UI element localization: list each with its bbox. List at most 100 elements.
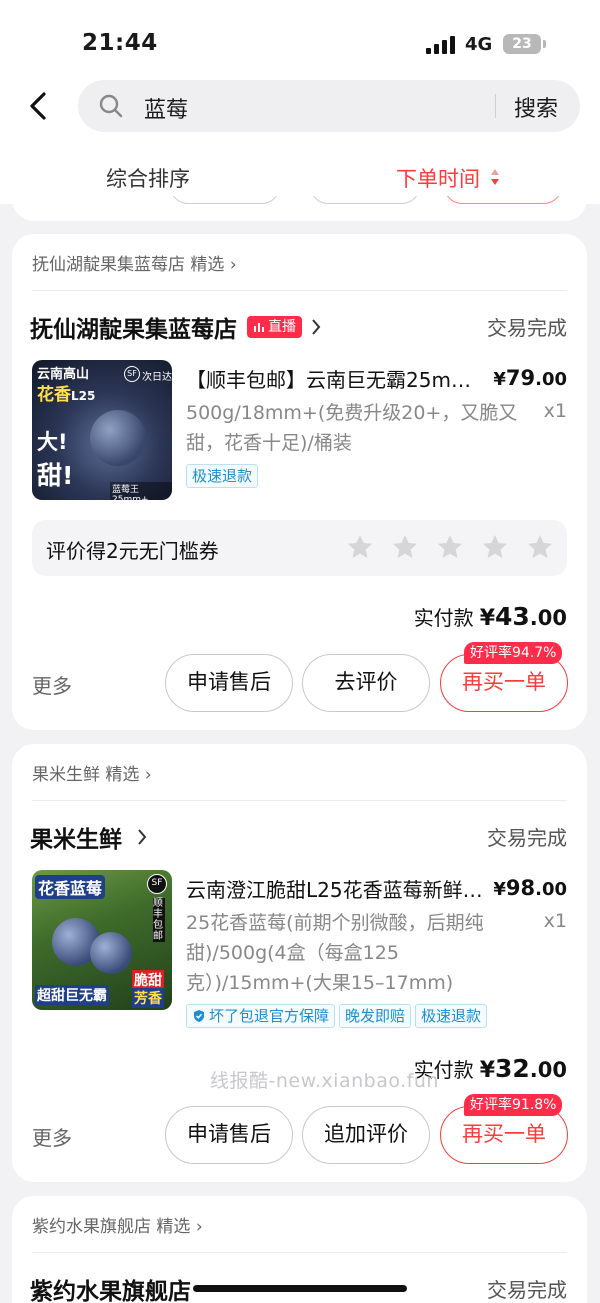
tag-late-compensation: 晚发即赔 — [339, 1004, 412, 1028]
divider — [32, 290, 567, 291]
review-prompt-text: 评价得2元无门槛券 — [46, 539, 219, 563]
tag-fast-refund: 极速退款 — [186, 464, 259, 488]
star-icon[interactable] — [391, 533, 419, 561]
product-title[interactable]: 云南澄江脆甜L25花香蓝莓新鲜水果 — [186, 874, 486, 903]
product-thumbnail[interactable]: 花香蓝莓 SF 顺丰包邮 超甜巨无霸 脆甜 芳香 — [32, 870, 172, 1010]
order-card-top-label[interactable]: 紫约水果旗舰店 精选 › — [32, 1212, 203, 1237]
search-button[interactable]: 搜索 — [514, 91, 558, 123]
chevron-right-icon: › — [229, 255, 237, 275]
product-spec: 500g/18mm+(免费升级20+，又脆又甜，花香十足)/桶装 — [186, 402, 518, 454]
order-card-top-label[interactable]: 抚仙湖靛果集蓝莓店 精选 › — [32, 250, 237, 275]
blueberry-image — [90, 932, 132, 974]
shop-row[interactable]: 果米生鲜 — [30, 820, 148, 854]
divider — [32, 800, 567, 801]
order-card-top-label[interactable]: 果米生鲜 精选 › — [32, 760, 152, 785]
product-title[interactable]: 【顺丰包邮】云南巨无霸25mm+蓝莓 — [186, 364, 486, 393]
shop-name: 紫约水果旗舰店 — [30, 1279, 191, 1303]
chevron-right-icon — [312, 319, 321, 335]
after-sale-button[interactable]: 申请售后 — [165, 654, 293, 712]
live-badge-label: 直播 — [268, 319, 296, 335]
thumb-text: 花香蓝莓 — [35, 875, 106, 899]
thumb-text: 超甜巨无霸 — [35, 985, 109, 1005]
shop-row[interactable]: 抚仙湖靛果集蓝莓店 直播 — [30, 310, 322, 344]
battery-icon: 23 — [503, 34, 546, 54]
thumb-text: 次日达 — [142, 372, 172, 383]
shop-name: 抚仙湖靛果集蓝莓店 — [30, 317, 237, 343]
search-divider — [495, 94, 496, 118]
watermark: 线报酷-new.xianbao.fun — [210, 1070, 439, 1092]
order-card: 抚仙湖靛果集蓝莓店 精选 › 抚仙湖靛果集蓝莓店 直播 交易完成 云南高山 花香… — [12, 234, 587, 730]
review-button[interactable]: 去评价 — [302, 654, 430, 712]
network-label: 4G — [465, 34, 493, 55]
status-time: 21:44 — [82, 30, 158, 56]
top-label-text: 紫约水果旗舰店 精选 — [32, 1217, 191, 1237]
positive-rate-badge: 好评率91.8% — [464, 1094, 563, 1116]
thumb-text: 甜! — [37, 461, 74, 490]
product-spec: 25花香蓝莓(前期个别微酸，后期纯甜)/500g(4盒（每盒125克）)/15m… — [186, 912, 484, 994]
sort-bar: 综合排序 下单时间 — [0, 144, 600, 204]
search-header: 蓝莓 搜索 — [0, 78, 600, 144]
tag-fast-refund: 极速退款 — [415, 1004, 488, 1028]
product-quantity: x1 — [543, 400, 567, 422]
sort-default-tab[interactable]: 综合排序 — [106, 163, 190, 193]
sf-logo: SF — [124, 366, 140, 382]
star-icon[interactable] — [436, 533, 464, 561]
star-icon[interactable] — [346, 533, 374, 561]
top-label-text: 果米生鲜 精选 — [32, 765, 140, 785]
positive-rate-badge: 好评率94.7% — [464, 642, 563, 664]
more-button[interactable]: 更多 — [32, 1122, 72, 1151]
order-card: 果米生鲜 精选 › 果米生鲜 交易完成 花香蓝莓 SF 顺丰包邮 超甜巨无霸 脆… — [12, 744, 587, 1182]
thumb-badge: 蓝莓王25mm+ — [110, 482, 172, 500]
review-prompt-box[interactable]: 评价得2元无门槛券 — [32, 520, 567, 576]
thumb-text: 芳香 — [132, 988, 164, 1008]
shield-check-icon — [194, 1010, 204, 1022]
chevron-right-icon — [138, 829, 147, 845]
divider — [32, 1252, 567, 1253]
thumb-text: 顺丰包邮 — [153, 898, 165, 942]
chevron-right-icon: › — [195, 1217, 203, 1237]
tag-guarantee: 坏了包退官方保障 — [186, 1004, 336, 1028]
top-label-text: 抚仙湖靛果集蓝莓店 精选 — [32, 255, 225, 275]
service-tags: 坏了包退官方保障 晚发即赔 极速退款 — [186, 1004, 488, 1028]
add-review-button[interactable]: 追加评价 — [302, 1106, 430, 1164]
star-icon[interactable] — [526, 533, 554, 561]
search-input[interactable]: 蓝莓 — [144, 92, 188, 124]
service-tags: 极速退款 — [186, 464, 259, 488]
search-box[interactable]: 蓝莓 搜索 — [78, 80, 580, 132]
signal-icon — [426, 36, 456, 54]
product-price: ¥79.00 — [493, 366, 567, 390]
tag-label: 坏了包退官方保障 — [209, 1007, 330, 1025]
thumb-text: 花香L25 — [37, 385, 96, 405]
star-icon[interactable] — [481, 533, 509, 561]
order-status: 交易完成 — [487, 826, 567, 850]
live-bars-icon — [254, 323, 264, 332]
more-button[interactable]: 更多 — [32, 670, 72, 699]
previous-order-card — [12, 196, 587, 221]
after-sale-button[interactable]: 申请售后 — [165, 1106, 293, 1164]
product-price: ¥98.00 — [493, 876, 567, 900]
status-bar: 21:44 4G 23 — [0, 0, 600, 78]
order-status: 交易完成 — [487, 316, 567, 340]
product-thumbnail[interactable]: 云南高山 花香L25 大! 甜! 蓝莓王25mm+ SF 次日达 — [32, 360, 172, 500]
sort-arrows-icon[interactable] — [490, 168, 500, 186]
chevron-right-icon: › — [144, 765, 152, 785]
previous-card-button[interactable] — [310, 196, 420, 204]
order-status: 交易完成 — [487, 1278, 567, 1302]
product-quantity: x1 — [543, 910, 567, 932]
live-badge: 直播 — [247, 316, 302, 338]
rating-stars[interactable] — [346, 533, 554, 561]
home-indicator — [193, 1285, 407, 1292]
sort-order-time-tab[interactable]: 下单时间 — [396, 163, 480, 193]
thumb-text: 大! — [37, 430, 68, 454]
blueberry-image — [90, 410, 146, 466]
previous-card-button[interactable] — [444, 196, 562, 204]
paid-amount: 实付款 ¥43.00 — [413, 602, 567, 631]
thumb-text: 脆甜 — [132, 970, 164, 990]
sf-logo: SF — [147, 874, 167, 894]
shop-name: 果米生鲜 — [30, 827, 122, 853]
back-button[interactable] — [20, 86, 60, 126]
previous-card-button[interactable] — [170, 196, 280, 204]
search-icon — [99, 94, 123, 118]
back-arrow-icon — [30, 92, 46, 120]
shop-row[interactable]: 紫约水果旗舰店 — [30, 1272, 191, 1303]
